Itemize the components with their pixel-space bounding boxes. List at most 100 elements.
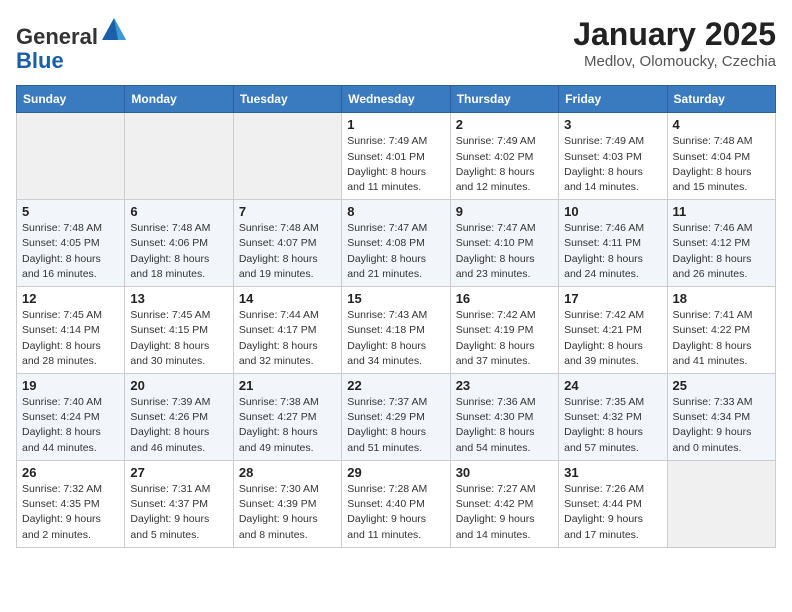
weekday-header: Tuesday	[233, 86, 341, 113]
calendar-cell: 25 Sunrise: 7:33 AM Sunset: 4:34 PM Dayli…	[667, 374, 775, 461]
day-info: Sunrise: 7:40 AM Sunset: 4:24 PM Dayligh…	[22, 395, 119, 456]
calendar-cell: 13Sunrise: 7:45 AM Sunset: 4:15 PM Dayli…	[125, 287, 233, 374]
logo: General Blue	[16, 16, 128, 73]
day-info: Sunrise: 7:49 AM Sunset: 4:01 PM Dayligh…	[347, 134, 444, 195]
logo-general-text: General	[16, 24, 98, 49]
calendar-cell: 28 Sunrise: 7:30 AM Sunset: 4:39 PM Dayli…	[233, 460, 341, 547]
day-number: 28	[239, 465, 336, 480]
calendar-cell: 31 Sunrise: 7:26 AM Sunset: 4:44 PM Dayli…	[559, 460, 667, 547]
day-info: Sunrise: 7:39 AM Sunset: 4:26 PM Dayligh…	[130, 395, 227, 456]
day-number: 2	[456, 117, 553, 132]
calendar-week-row: 5 Sunrise: 7:48 AM Sunset: 4:05 PM Daylig…	[17, 200, 776, 287]
calendar-cell: 18 Sunrise: 7:41 AM Sunset: 4:22 PM Dayli…	[667, 287, 775, 374]
calendar-cell: 30Sunrise: 7:27 AM Sunset: 4:42 PM Dayli…	[450, 460, 558, 547]
calendar-cell: 20 Sunrise: 7:39 AM Sunset: 4:26 PM Dayli…	[125, 374, 233, 461]
calendar-week-row: 19 Sunrise: 7:40 AM Sunset: 4:24 PM Dayli…	[17, 374, 776, 461]
day-number: 1	[347, 117, 444, 132]
weekday-header: Monday	[125, 86, 233, 113]
calendar-week-row: 26 Sunrise: 7:32 AM Sunset: 4:35 PM Dayli…	[17, 460, 776, 547]
day-number: 6	[130, 204, 227, 219]
calendar-cell: 24 Sunrise: 7:35 AM Sunset: 4:32 PM Dayli…	[559, 374, 667, 461]
day-info: Sunrise: 7:26 AM Sunset: 4:44 PM Dayligh…	[564, 482, 661, 543]
day-info: Sunrise: 7:48 AM Sunset: 4:07 PM Dayligh…	[239, 221, 336, 282]
day-number: 26	[22, 465, 119, 480]
day-number: 13	[130, 291, 227, 306]
calendar-cell	[17, 113, 125, 200]
calendar-cell: 6 Sunrise: 7:48 AM Sunset: 4:06 PM Daylig…	[125, 200, 233, 287]
calendar-cell: 12Sunrise: 7:45 AM Sunset: 4:14 PM Dayli…	[17, 287, 125, 374]
day-info: Sunrise: 7:49 AM Sunset: 4:03 PM Dayligh…	[564, 134, 661, 195]
day-number: 31	[564, 465, 661, 480]
calendar-cell: 5 Sunrise: 7:48 AM Sunset: 4:05 PM Daylig…	[17, 200, 125, 287]
calendar-cell: 14 Sunrise: 7:44 AM Sunset: 4:17 PM Dayli…	[233, 287, 341, 374]
day-info: Sunrise: 7:42 AM Sunset: 4:21 PM Dayligh…	[564, 308, 661, 369]
calendar-cell: 2 Sunrise: 7:49 AM Sunset: 4:02 PM Daylig…	[450, 113, 558, 200]
day-number: 20	[130, 378, 227, 393]
title-area: January 2025 Medlov, Olomoucky, Czechia	[573, 16, 776, 70]
day-info: Sunrise: 7:38 AM Sunset: 4:27 PM Dayligh…	[239, 395, 336, 456]
calendar-cell: 4 Sunrise: 7:48 AM Sunset: 4:04 PM Daylig…	[667, 113, 775, 200]
calendar-cell: 8 Sunrise: 7:47 AM Sunset: 4:08 PM Daylig…	[342, 200, 450, 287]
day-info: Sunrise: 7:46 AM Sunset: 4:11 PM Dayligh…	[564, 221, 661, 282]
day-info: Sunrise: 7:47 AM Sunset: 4:10 PM Dayligh…	[456, 221, 553, 282]
day-number: 9	[456, 204, 553, 219]
day-info: Sunrise: 7:48 AM Sunset: 4:06 PM Dayligh…	[130, 221, 227, 282]
day-info: Sunrise: 7:32 AM Sunset: 4:35 PM Dayligh…	[22, 482, 119, 543]
calendar-cell: 26 Sunrise: 7:32 AM Sunset: 4:35 PM Dayli…	[17, 460, 125, 547]
day-info: Sunrise: 7:36 AM Sunset: 4:30 PM Dayligh…	[456, 395, 553, 456]
day-number: 17	[564, 291, 661, 306]
logo-icon	[100, 16, 128, 44]
day-info: Sunrise: 7:46 AM Sunset: 4:12 PM Dayligh…	[673, 221, 770, 282]
weekday-header: Friday	[559, 86, 667, 113]
calendar-cell: 1 Sunrise: 7:49 AM Sunset: 4:01 PM Daylig…	[342, 113, 450, 200]
day-info: Sunrise: 7:30 AM Sunset: 4:39 PM Dayligh…	[239, 482, 336, 543]
day-number: 14	[239, 291, 336, 306]
calendar-cell: 11 Sunrise: 7:46 AM Sunset: 4:12 PM Dayli…	[667, 200, 775, 287]
logo-blue-text: Blue	[16, 48, 64, 73]
calendar-cell: 27Sunrise: 7:31 AM Sunset: 4:37 PM Dayli…	[125, 460, 233, 547]
calendar-cell: 21 Sunrise: 7:38 AM Sunset: 4:27 PM Dayli…	[233, 374, 341, 461]
day-info: Sunrise: 7:41 AM Sunset: 4:22 PM Dayligh…	[673, 308, 770, 369]
weekday-header: Saturday	[667, 86, 775, 113]
calendar-week-row: 1 Sunrise: 7:49 AM Sunset: 4:01 PM Daylig…	[17, 113, 776, 200]
calendar-cell	[125, 113, 233, 200]
day-info: Sunrise: 7:37 AM Sunset: 4:29 PM Dayligh…	[347, 395, 444, 456]
day-number: 5	[22, 204, 119, 219]
day-number: 25	[673, 378, 770, 393]
calendar-week-row: 12Sunrise: 7:45 AM Sunset: 4:14 PM Dayli…	[17, 287, 776, 374]
day-number: 4	[673, 117, 770, 132]
day-number: 15	[347, 291, 444, 306]
day-number: 16	[456, 291, 553, 306]
day-number: 22	[347, 378, 444, 393]
calendar-cell: 29Sunrise: 7:28 AM Sunset: 4:40 PM Dayli…	[342, 460, 450, 547]
day-info: Sunrise: 7:27 AM Sunset: 4:42 PM Dayligh…	[456, 482, 553, 543]
day-number: 3	[564, 117, 661, 132]
day-info: Sunrise: 7:28 AM Sunset: 4:40 PM Dayligh…	[347, 482, 444, 543]
day-info: Sunrise: 7:48 AM Sunset: 4:05 PM Dayligh…	[22, 221, 119, 282]
weekday-header: Sunday	[17, 86, 125, 113]
day-number: 23	[456, 378, 553, 393]
calendar-subtitle: Medlov, Olomoucky, Czechia	[573, 53, 776, 70]
calendar-cell: 10Sunrise: 7:46 AM Sunset: 4:11 PM Dayli…	[559, 200, 667, 287]
day-number: 8	[347, 204, 444, 219]
day-info: Sunrise: 7:48 AM Sunset: 4:04 PM Dayligh…	[673, 134, 770, 195]
day-info: Sunrise: 7:47 AM Sunset: 4:08 PM Dayligh…	[347, 221, 444, 282]
calendar-cell	[667, 460, 775, 547]
day-info: Sunrise: 7:33 AM Sunset: 4:34 PM Dayligh…	[673, 395, 770, 456]
day-info: Sunrise: 7:44 AM Sunset: 4:17 PM Dayligh…	[239, 308, 336, 369]
day-number: 18	[673, 291, 770, 306]
weekday-header: Wednesday	[342, 86, 450, 113]
day-info: Sunrise: 7:42 AM Sunset: 4:19 PM Dayligh…	[456, 308, 553, 369]
day-number: 21	[239, 378, 336, 393]
weekday-header-row: SundayMondayTuesdayWednesdayThursdayFrid…	[17, 86, 776, 113]
calendar-cell: 22 Sunrise: 7:37 AM Sunset: 4:29 PM Dayli…	[342, 374, 450, 461]
day-info: Sunrise: 7:35 AM Sunset: 4:32 PM Dayligh…	[564, 395, 661, 456]
day-number: 19	[22, 378, 119, 393]
calendar-cell: 19 Sunrise: 7:40 AM Sunset: 4:24 PM Dayli…	[17, 374, 125, 461]
calendar-cell: 3 Sunrise: 7:49 AM Sunset: 4:03 PM Daylig…	[559, 113, 667, 200]
day-number: 11	[673, 204, 770, 219]
day-number: 24	[564, 378, 661, 393]
calendar-cell	[233, 113, 341, 200]
day-info: Sunrise: 7:49 AM Sunset: 4:02 PM Dayligh…	[456, 134, 553, 195]
calendar-table: SundayMondayTuesdayWednesdayThursdayFrid…	[16, 85, 776, 547]
